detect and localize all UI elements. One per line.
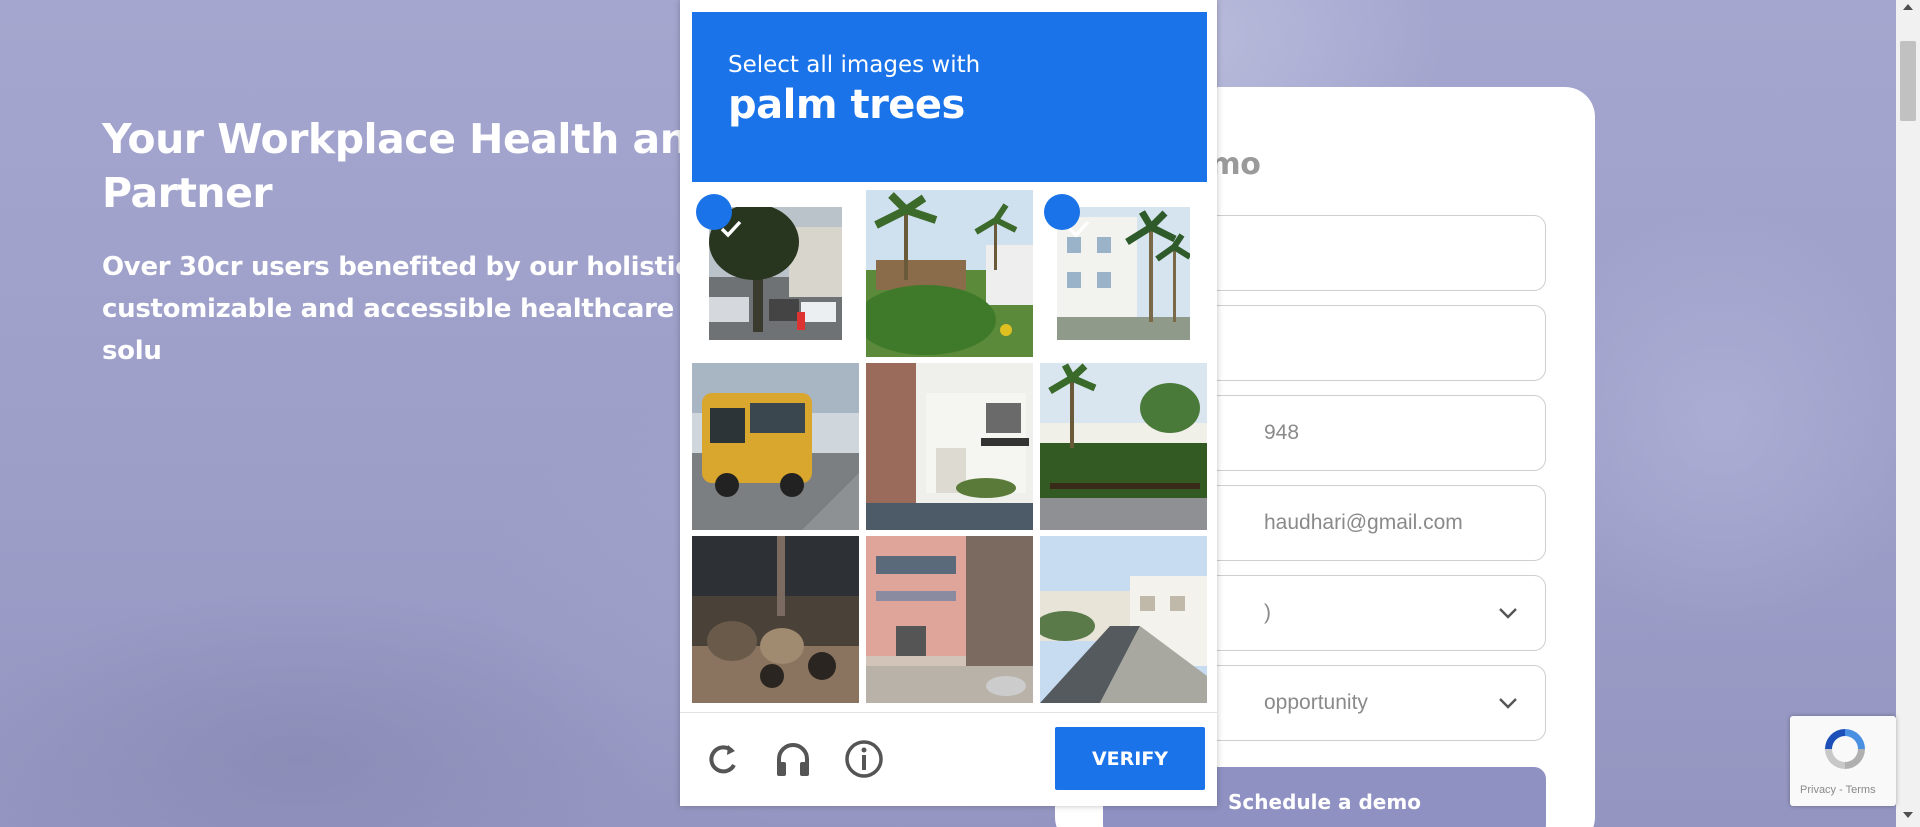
captcha-instruction: Select all images with (728, 52, 981, 78)
tile-image (692, 536, 859, 703)
selected-check-icon (696, 194, 742, 238)
captcha-tile[interactable] (866, 536, 1033, 703)
captcha-tile[interactable] (1040, 536, 1207, 703)
reload-icon[interactable] (702, 739, 742, 779)
captcha-grid (692, 190, 1207, 703)
captcha-tile[interactable] (866, 363, 1033, 530)
captcha-tile[interactable] (692, 190, 859, 357)
captcha-tile[interactable] (1040, 363, 1207, 530)
recaptcha-privacy-terms[interactable]: Privacy - Terms (1800, 784, 1876, 796)
scroll-thumb[interactable] (1900, 41, 1916, 121)
interest-select-value: opportunity (1264, 691, 1368, 714)
tile-image (866, 190, 1033, 357)
captcha-tile[interactable] (692, 536, 859, 703)
recaptcha-logo-icon (1825, 729, 1865, 769)
chevron-down-icon (1499, 608, 1517, 619)
tile-image (1040, 536, 1207, 703)
hero-subtitle: Over 30cr users benefited by our holisti… (102, 246, 702, 372)
captcha-tile[interactable] (1040, 190, 1207, 357)
chevron-down-icon (1499, 698, 1517, 709)
tile-image (866, 536, 1033, 703)
email-field-value: haudhari@gmail.com (1264, 511, 1463, 534)
captcha-tile[interactable] (692, 363, 859, 530)
info-icon[interactable] (844, 739, 884, 779)
headphones-icon[interactable] (773, 739, 813, 779)
verify-button[interactable]: VERIFY (1055, 727, 1205, 790)
captcha-target: palm trees (728, 82, 965, 128)
tile-image (692, 363, 859, 530)
captcha-tile[interactable] (866, 190, 1033, 357)
tile-image (866, 363, 1033, 530)
hero-subtitle-line1: Over 30cr users benefited by our holisti… (102, 252, 700, 282)
tile-image (1040, 363, 1207, 530)
recaptcha-badge[interactable]: Privacy - Terms (1790, 716, 1896, 806)
captcha-footer: VERIFY (680, 712, 1217, 806)
selected-check-icon (1044, 194, 1090, 238)
captcha-header: Select all images with palm trees (692, 12, 1207, 182)
phone-field-value: 948 (1264, 421, 1300, 444)
hero-subtitle-line2: customizable and accessible healthcare s… (102, 294, 674, 366)
page-scrollbar[interactable] (1896, 0, 1920, 827)
captcha-dialog: Select all images with palm trees VERIFY (680, 0, 1217, 806)
size-select-value: ) (1264, 601, 1271, 624)
scroll-down-arrow-icon[interactable] (1903, 812, 1913, 818)
hero-title-line2: Partner (102, 169, 273, 217)
scroll-up-arrow-icon[interactable] (1903, 4, 1913, 10)
